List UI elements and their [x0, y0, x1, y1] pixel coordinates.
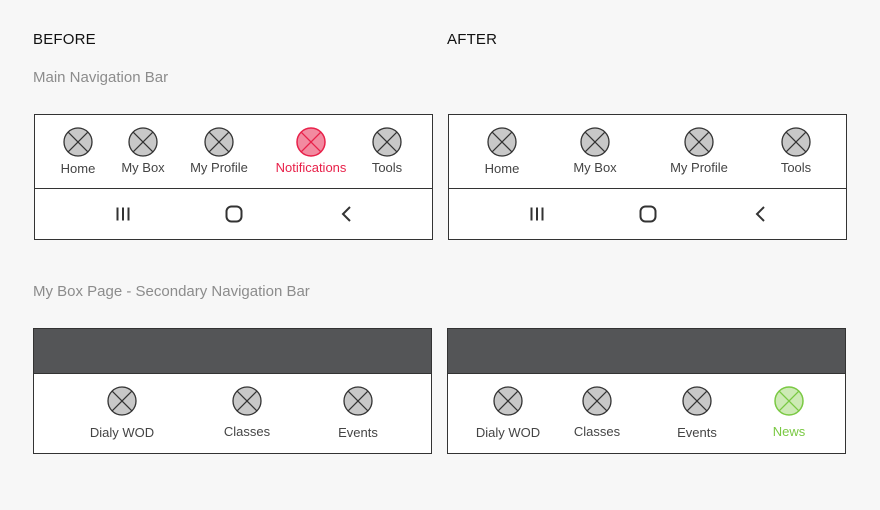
- placeholder-icon: [204, 127, 234, 157]
- placeholder-icon: [774, 386, 804, 416]
- secondary-nav-item-news-active[interactable]: News: [739, 386, 839, 439]
- placeholder-icon: [684, 127, 714, 157]
- placeholder-icon: [781, 127, 811, 157]
- nav-item-label: Dialy WOD: [475, 425, 541, 440]
- back-icon[interactable]: [340, 205, 352, 223]
- nav-item-label: Classes: [223, 424, 271, 439]
- secondary-nav-item-events[interactable]: Events: [308, 386, 408, 440]
- secondary-nav-before-mockup: Dialy WOD Classes Events: [33, 328, 432, 454]
- nav-item-my-profile[interactable]: My Profile: [649, 127, 749, 175]
- nav-item-label: My Profile: [670, 160, 728, 175]
- nav-item-label: Events: [338, 425, 378, 440]
- nav-item-label: My Profile: [190, 160, 248, 175]
- nav-item-label: Tools: [780, 160, 812, 175]
- nav-item-my-box[interactable]: My Box: [545, 127, 645, 175]
- recents-icon[interactable]: [115, 206, 131, 222]
- nav-item-label: Dialy WOD: [89, 425, 155, 440]
- main-nav-before-bar: Home My Box My Profile Notifications Too…: [35, 115, 432, 189]
- divider: [35, 188, 432, 189]
- placeholder-icon: [63, 127, 93, 157]
- placeholder-icon: [682, 386, 712, 416]
- nav-item-label: Tools: [371, 160, 403, 175]
- secondary-nav-after-mockup: Dialy WOD Classes Events News: [447, 328, 846, 454]
- main-nav-section-label: Main Navigation Bar: [33, 69, 169, 86]
- nav-item-my-profile[interactable]: My Profile: [169, 127, 269, 175]
- nav-item-label: Home: [484, 161, 520, 176]
- placeholder-icon: [107, 386, 137, 416]
- placeholder-icon: [343, 386, 373, 416]
- placeholder-icon: [128, 127, 158, 157]
- home-circle-icon[interactable]: [225, 205, 243, 223]
- secondary-nav-after-bar: Dialy WOD Classes Events News: [448, 374, 845, 454]
- nav-item-tools[interactable]: Tools: [337, 127, 437, 175]
- back-icon[interactable]: [754, 205, 766, 223]
- main-nav-before-mockup: Home My Box My Profile Notifications Too…: [34, 114, 433, 240]
- placeholder-icon: [487, 127, 517, 157]
- page-header-placeholder: [34, 329, 431, 374]
- recents-icon[interactable]: [529, 206, 545, 222]
- placeholder-icon: [232, 386, 262, 416]
- main-nav-after-bar: Home My Box My Profile Tools: [449, 115, 846, 189]
- nav-item-label: News: [772, 424, 806, 439]
- placeholder-icon: [582, 386, 612, 416]
- secondary-nav-item-classes[interactable]: Classes: [547, 386, 647, 439]
- placeholder-icon: [493, 386, 523, 416]
- nav-item-label: Classes: [573, 424, 621, 439]
- nav-item-tools[interactable]: Tools: [746, 127, 846, 175]
- home-circle-icon[interactable]: [639, 205, 657, 223]
- placeholder-icon: [296, 127, 326, 157]
- nav-item-label: My Box: [573, 160, 617, 175]
- before-heading: BEFORE: [33, 31, 96, 48]
- secondary-nav-item-daily-wod[interactable]: Dialy WOD: [458, 386, 558, 440]
- nav-item-home[interactable]: Home: [452, 127, 552, 176]
- secondary-nav-item-classes[interactable]: Classes: [197, 386, 297, 439]
- divider: [449, 188, 846, 189]
- main-nav-after-mockup: Home My Box My Profile Tools: [448, 114, 847, 240]
- after-heading: AFTER: [447, 31, 498, 48]
- page-header-placeholder: [448, 329, 845, 374]
- placeholder-icon: [580, 127, 610, 157]
- nav-item-label: Events: [677, 425, 717, 440]
- secondary-nav-item-events[interactable]: Events: [647, 386, 747, 440]
- secondary-nav-before-bar: Dialy WOD Classes Events: [34, 374, 431, 454]
- placeholder-icon: [372, 127, 402, 157]
- secondary-nav-section-label: My Box Page - Secondary Navigation Bar: [33, 283, 310, 300]
- secondary-nav-item-daily-wod[interactable]: Dialy WOD: [72, 386, 172, 440]
